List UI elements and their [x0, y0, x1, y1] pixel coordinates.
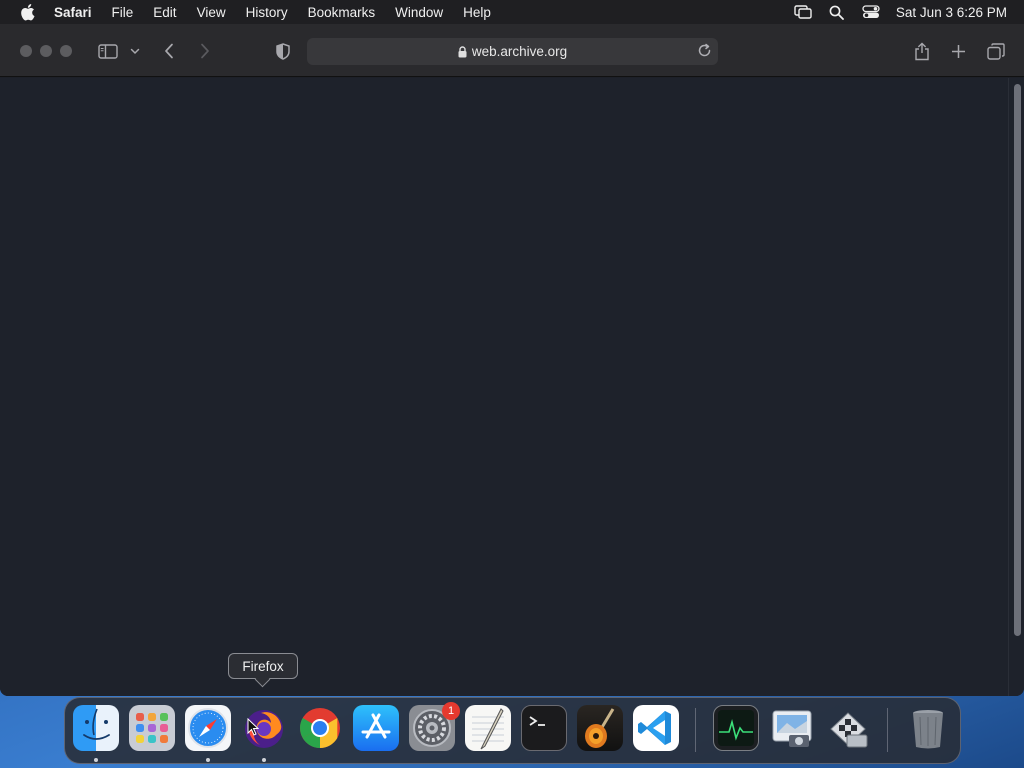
new-tab-icon[interactable]	[948, 38, 968, 64]
safari-icon[interactable]	[185, 705, 231, 751]
boot-camp-icon[interactable]	[825, 705, 871, 751]
dock-separator	[695, 708, 696, 752]
minimize-window-button[interactable]	[40, 45, 52, 57]
activity-monitor-icon[interactable]	[713, 705, 759, 751]
screen-mirroring-icon[interactable]	[786, 5, 820, 19]
forward-icon[interactable]	[195, 38, 215, 64]
address-text: web.archive.org	[471, 44, 568, 59]
launchpad-icon[interactable]	[129, 705, 175, 751]
chevron-down-icon[interactable]	[128, 38, 142, 64]
safari-running-indicator	[206, 758, 210, 762]
safari-window: web.archive.org	[0, 24, 1024, 696]
close-window-button[interactable]	[20, 45, 32, 57]
address-bar[interactable]: web.archive.org	[307, 38, 718, 65]
reload-icon[interactable]	[697, 43, 712, 61]
sidebar-icon[interactable]	[96, 38, 120, 64]
menu-app-name[interactable]: Safari	[54, 5, 102, 20]
menu-window[interactable]: Window	[385, 5, 453, 20]
menu-edit[interactable]: Edit	[143, 5, 186, 20]
menubar-clock[interactable]: Sat Jun 3 6:26 PM	[888, 5, 1024, 20]
browser-toolbar: web.archive.org	[0, 24, 1024, 77]
notification-badge: 1	[442, 702, 460, 720]
scrollbar-thumb[interactable]	[1014, 84, 1021, 636]
lock-icon	[458, 45, 467, 58]
trash-icon[interactable]	[905, 705, 951, 751]
window-controls	[20, 45, 72, 57]
privacy-shield-icon[interactable]	[273, 38, 293, 64]
menu-bar: Safari File Edit View History Bookmarks …	[0, 0, 1024, 24]
apple-icon[interactable]	[0, 3, 54, 21]
menu-bookmarks[interactable]: Bookmarks	[298, 5, 386, 20]
menu-history[interactable]: History	[236, 5, 298, 20]
back-icon[interactable]	[159, 38, 179, 64]
firefox-running-indicator	[262, 758, 266, 762]
terminal-icon[interactable]	[521, 705, 567, 751]
finder-icon[interactable]	[73, 705, 119, 751]
garageband-icon[interactable]	[577, 705, 623, 751]
dock-separator-trash	[887, 708, 888, 752]
preview-icon[interactable]	[769, 705, 815, 751]
control-center-icon[interactable]	[854, 5, 888, 19]
textedit-icon[interactable]	[465, 705, 511, 751]
mouse-cursor-icon	[247, 717, 260, 741]
dock-tooltip: Firefox	[228, 653, 298, 679]
share-icon[interactable]	[911, 38, 933, 64]
spotlight-search-icon[interactable]	[820, 5, 854, 20]
vscode-icon[interactable]	[633, 705, 679, 751]
chrome-icon[interactable]	[297, 705, 343, 751]
menu-view[interactable]: View	[187, 5, 236, 20]
app-store-icon[interactable]	[353, 705, 399, 751]
menu-help[interactable]: Help	[453, 5, 501, 20]
badge-count: 1	[447, 705, 455, 717]
tab-overview-icon[interactable]	[985, 38, 1007, 64]
zoom-window-button[interactable]	[60, 45, 72, 57]
vertical-scrollbar[interactable]	[1008, 78, 1024, 696]
page-content[interactable]	[0, 78, 1008, 696]
tooltip-label: Firefox	[242, 658, 284, 674]
dock: 1	[64, 697, 961, 764]
finder-running-indicator	[94, 758, 98, 762]
menu-file[interactable]: File	[102, 5, 144, 20]
